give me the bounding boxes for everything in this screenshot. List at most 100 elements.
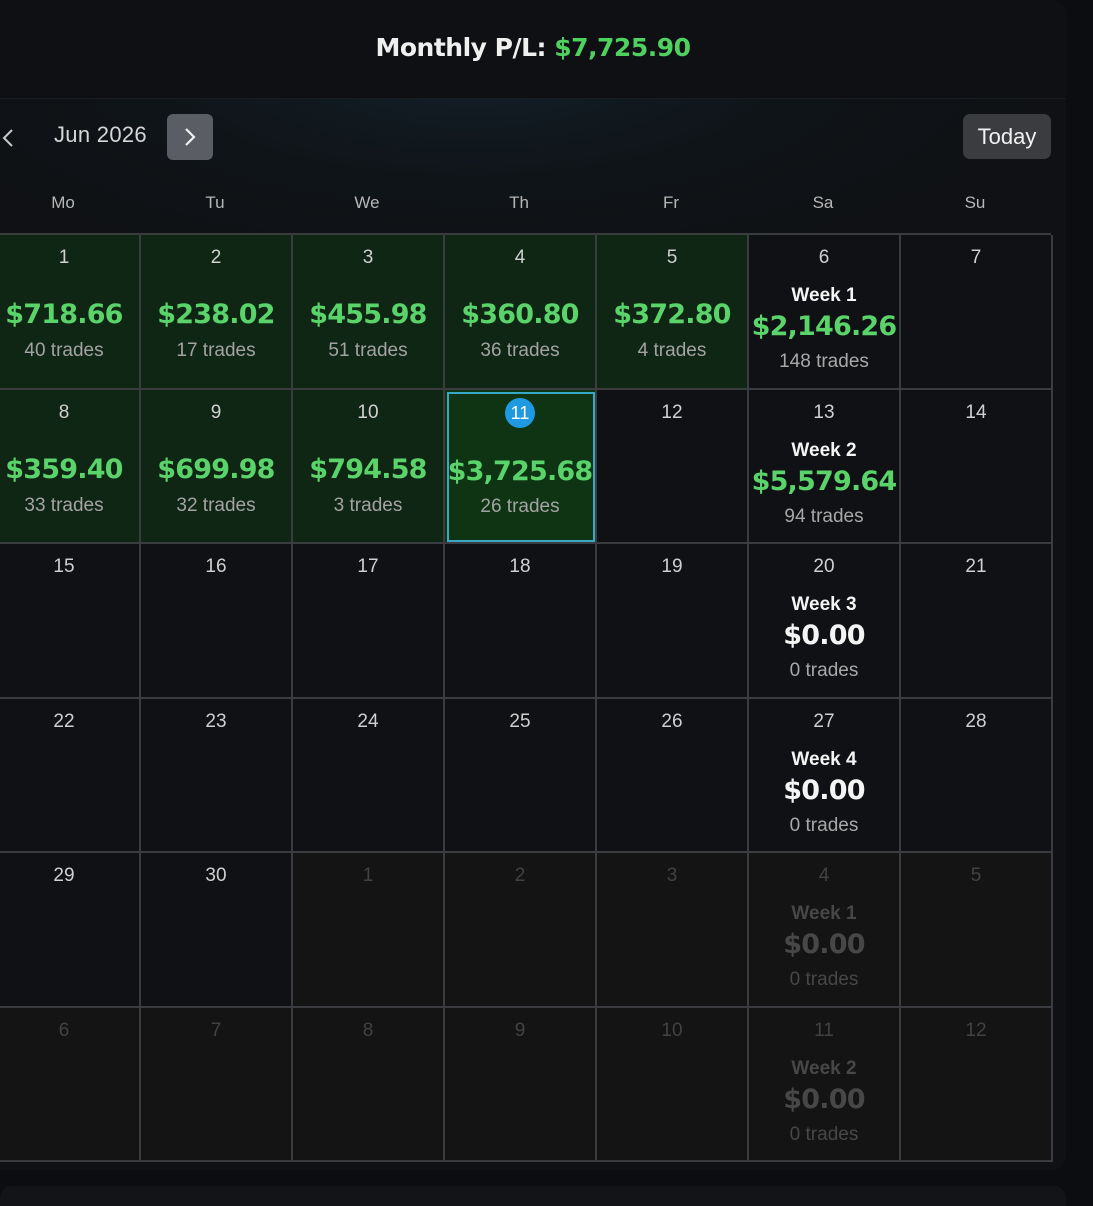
calendar-day-cell[interactable]: 7 bbox=[141, 1007, 293, 1162]
week-summary-cell[interactable]: 6 Week 1 $2,146.26 148 trades bbox=[749, 235, 901, 390]
calendar-day-cell[interactable]: 26 bbox=[597, 698, 749, 853]
week-pnl: $0.00 bbox=[783, 929, 865, 960]
day-trade-count: 32 trades bbox=[176, 494, 256, 516]
week-trade-count: 94 trades bbox=[784, 505, 864, 527]
week-trade-count: 0 trades bbox=[789, 814, 859, 836]
calendar-day-cell[interactable]: 7 bbox=[901, 235, 1053, 390]
calendar-day-cell[interactable]: 9 bbox=[445, 1007, 597, 1162]
day-number: 5 bbox=[970, 865, 982, 886]
calendar-day-cell[interactable]: 21 bbox=[901, 544, 1053, 699]
calendar-day-cell[interactable]: 12 bbox=[901, 1007, 1053, 1162]
calendar-day-cell[interactable]: 30 bbox=[141, 853, 293, 1008]
calendar-day-cell[interactable]: 1 $718.66 40 trades bbox=[0, 235, 141, 390]
calendar-day-cell[interactable]: 8 $359.40 33 trades bbox=[0, 389, 141, 544]
day-number: 4 bbox=[818, 865, 830, 886]
week-summary-cell[interactable]: 27 Week 4 $0.00 0 trades bbox=[749, 698, 901, 853]
calendar-day-cell[interactable]: 2 $238.02 17 trades bbox=[141, 235, 293, 390]
day-pnl: $718.66 bbox=[5, 299, 123, 330]
day-number: 10 bbox=[661, 1019, 683, 1041]
day-number: 2 bbox=[514, 865, 526, 886]
day-number: 22 bbox=[53, 710, 75, 732]
calendar-day-cell[interactable]: 22 bbox=[0, 698, 141, 853]
weekday-label: Tu bbox=[205, 193, 225, 212]
week-summary-cell[interactable]: 11 Week 2 $0.00 0 trades bbox=[749, 1007, 901, 1162]
day-number: 12 bbox=[661, 401, 683, 423]
day-pnl: $238.02 bbox=[157, 299, 275, 330]
day-number: 28 bbox=[965, 710, 987, 732]
day-number: 14 bbox=[965, 401, 987, 423]
day-number: 5 bbox=[666, 247, 678, 268]
next-month-button[interactable] bbox=[167, 114, 213, 160]
day-number: 11 bbox=[814, 1019, 834, 1041]
week-summary-cell[interactable]: 20 Week 3 $0.00 0 trades bbox=[749, 544, 901, 699]
day-trade-count: 51 trades bbox=[328, 340, 408, 361]
weekday-label: We bbox=[354, 193, 380, 212]
week-label: Week 2 bbox=[791, 439, 857, 461]
day-trade-count: 4 trades bbox=[637, 340, 707, 361]
calendar-day-cell[interactable]: 3 bbox=[597, 853, 749, 1008]
day-number: 1 bbox=[58, 247, 70, 268]
weekday-label: Fr bbox=[662, 193, 680, 212]
calendar-day-cell[interactable]: 29 bbox=[0, 853, 141, 1008]
day-number: 6 bbox=[58, 1019, 70, 1041]
calendar-day-cell[interactable]: 4 $360.80 36 trades bbox=[445, 235, 597, 390]
calendar-day-cell-today[interactable]: 11 $3,725.68 26 trades bbox=[445, 389, 597, 544]
calendar-day-cell[interactable]: 5 bbox=[901, 853, 1053, 1008]
day-pnl: $794.58 bbox=[309, 453, 427, 485]
week-label: Week 2 bbox=[791, 1057, 857, 1079]
week-label: Week 4 bbox=[791, 748, 857, 770]
calendar-day-cell[interactable]: 23 bbox=[141, 698, 293, 853]
calendar-day-cell[interactable]: 16 bbox=[141, 544, 293, 699]
calendar-day-cell[interactable]: 17 bbox=[293, 544, 445, 699]
calendar-day-cell[interactable]: 14 bbox=[901, 389, 1053, 544]
week-trade-count: 0 trades bbox=[789, 1123, 859, 1145]
day-pnl: $360.80 bbox=[461, 299, 579, 330]
calendar-day-cell[interactable]: 10 bbox=[597, 1007, 749, 1162]
weekday-label: Mo bbox=[51, 193, 75, 212]
prev-month-button[interactable] bbox=[0, 118, 22, 158]
calendar-day-cell[interactable]: 5 $372.80 4 trades bbox=[597, 235, 749, 390]
day-trade-count: 36 trades bbox=[480, 340, 560, 361]
calendar-day-cell[interactable]: 12 bbox=[597, 389, 749, 544]
week-pnl: $2,146.26 bbox=[751, 311, 898, 342]
day-number: 1 bbox=[362, 865, 374, 886]
chevron-right-icon bbox=[185, 128, 196, 146]
day-number: 29 bbox=[53, 865, 75, 886]
calendar-day-cell[interactable]: 2 bbox=[445, 853, 597, 1008]
day-number: 27 bbox=[813, 710, 835, 732]
calendar-day-cell[interactable]: 28 bbox=[901, 698, 1053, 853]
monthly-pl-label: Monthly P/L: bbox=[375, 33, 547, 62]
day-number: 16 bbox=[205, 556, 227, 577]
calendar-day-cell[interactable]: 18 bbox=[445, 544, 597, 699]
week-trade-count: 0 trades bbox=[789, 660, 859, 681]
calendar-day-cell[interactable]: 9 $699.98 32 trades bbox=[141, 389, 293, 544]
week-pnl: $0.00 bbox=[783, 774, 865, 806]
day-number: 3 bbox=[362, 247, 374, 268]
calendar-day-cell[interactable]: 10 $794.58 3 trades bbox=[293, 389, 445, 544]
calendar-day-cell[interactable]: 24 bbox=[293, 698, 445, 853]
calendar-day-cell[interactable]: 8 bbox=[293, 1007, 445, 1162]
day-number: 8 bbox=[362, 1019, 374, 1041]
day-pnl: $372.80 bbox=[613, 299, 731, 330]
day-number: 15 bbox=[53, 556, 75, 577]
week-label: Week 1 bbox=[791, 903, 857, 924]
day-number: 23 bbox=[205, 710, 227, 732]
calendar-day-cell[interactable]: 25 bbox=[445, 698, 597, 853]
day-number: 7 bbox=[210, 1019, 222, 1041]
day-trade-count: 3 trades bbox=[333, 494, 403, 516]
calendar-day-cell[interactable]: 15 bbox=[0, 544, 141, 699]
calendar-day-cell[interactable]: 6 bbox=[0, 1007, 141, 1162]
day-trade-count: 17 trades bbox=[176, 340, 256, 361]
week-pnl: $0.00 bbox=[783, 620, 865, 651]
week-summary-cell[interactable]: 13 Week 2 $5,579.64 94 trades bbox=[749, 389, 901, 544]
day-number: 20 bbox=[813, 556, 835, 577]
calendar-day-cell[interactable]: 19 bbox=[597, 544, 749, 699]
calendar-day-cell[interactable]: 1 bbox=[293, 853, 445, 1008]
day-number: 6 bbox=[818, 247, 830, 268]
week-label: Week 3 bbox=[791, 594, 857, 615]
day-number: 21 bbox=[965, 556, 987, 577]
day-pnl: $455.98 bbox=[309, 299, 427, 330]
calendar-day-cell[interactable]: 3 $455.98 51 trades bbox=[293, 235, 445, 390]
today-button[interactable]: Today bbox=[963, 114, 1051, 159]
week-summary-cell[interactable]: 4 Week 1 $0.00 0 trades bbox=[749, 853, 901, 1008]
